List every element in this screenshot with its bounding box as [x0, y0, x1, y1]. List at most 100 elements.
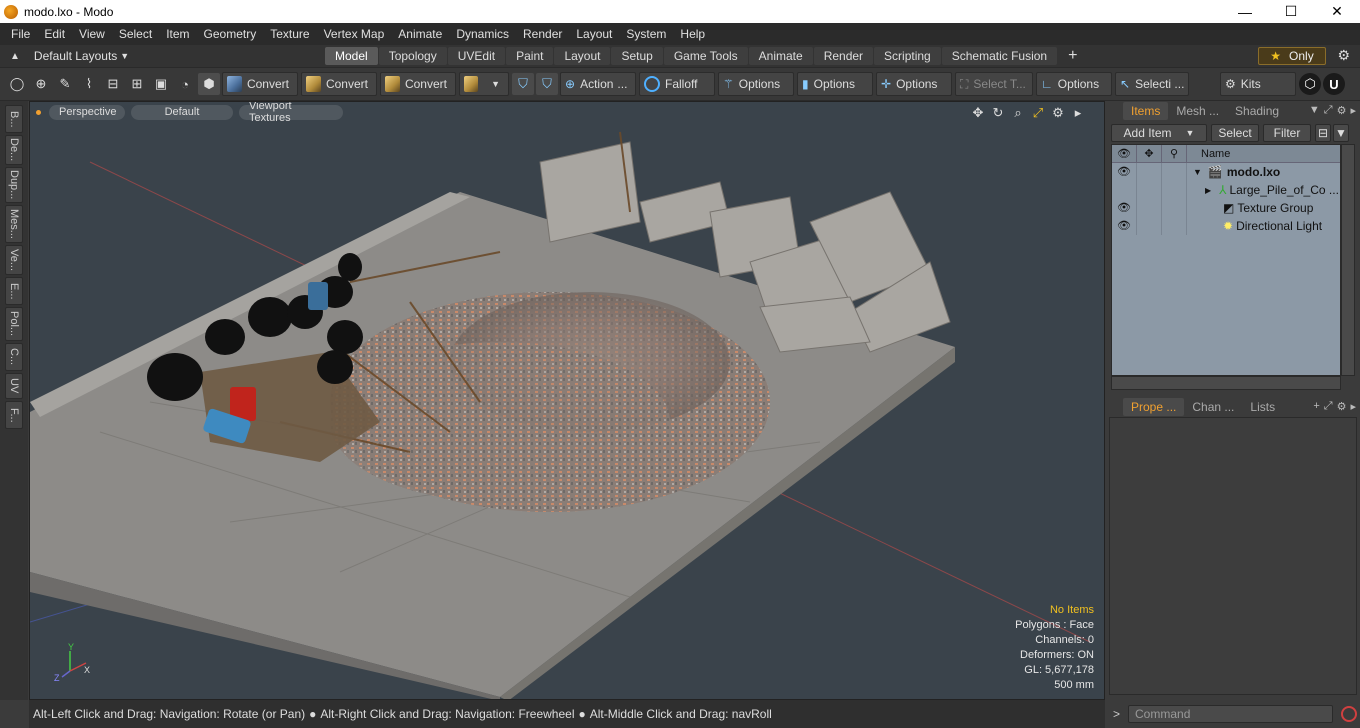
select-button[interactable]: Select	[1211, 124, 1259, 142]
maximize-view-icon[interactable]: ⤢	[1028, 105, 1048, 121]
polygon-mode-icon[interactable]: ⊞	[126, 73, 148, 95]
add-tab-icon[interactable]: +	[1313, 400, 1319, 413]
kits-button[interactable]: ⚙ Kits	[1220, 72, 1296, 96]
lock-column-icon[interactable]: ✥	[1137, 144, 1162, 163]
only-toggle[interactable]: ★ Only	[1258, 47, 1326, 65]
tab-channels[interactable]: Chan ...	[1184, 398, 1242, 416]
selection-button[interactable]: ↖ Selecti ...	[1115, 72, 1189, 96]
tab-lists[interactable]: Lists	[1242, 398, 1283, 416]
eye-icon[interactable]: 👁	[1112, 217, 1137, 235]
menu-animate[interactable]: Animate	[391, 27, 449, 41]
menu-file[interactable]: File	[4, 27, 37, 41]
name-column-header[interactable]: Name	[1187, 148, 1230, 160]
menu-item[interactable]: Item	[159, 27, 196, 41]
options-button-1[interactable]: ⚚ Options	[718, 72, 794, 96]
tab-schematic-fusion[interactable]: Schematic Fusion	[941, 47, 1058, 65]
convert-button-1[interactable]: Convert	[222, 72, 298, 96]
left-tab-vertex[interactable]: Ve...	[5, 245, 23, 275]
vertex-mode-icon[interactable]: ◯	[6, 73, 28, 95]
item-row-directional-light[interactable]: 👁 ✹ Directional Light	[1112, 217, 1340, 235]
expand-arrow-icon[interactable]: ▼	[1193, 167, 1202, 177]
snap-icon[interactable]: ⛉	[536, 73, 558, 95]
pen-icon[interactable]: ✎	[54, 73, 76, 95]
tab-mesh[interactable]: Mesh ...	[1168, 102, 1227, 120]
tab-paint[interactable]: Paint	[506, 47, 554, 65]
tab-scripting[interactable]: Scripting	[874, 47, 941, 65]
unreal-icon[interactable]: U	[1323, 73, 1345, 95]
expand-panel-icon[interactable]: ⤢	[1324, 104, 1333, 117]
options-button-3[interactable]: ✛ Options	[876, 72, 952, 96]
record-icon[interactable]	[1341, 706, 1358, 722]
select-through-button[interactable]: ⛶ Select T...	[955, 72, 1033, 96]
rotate-icon[interactable]: ↻	[988, 105, 1008, 121]
command-input[interactable]: Command	[1128, 705, 1334, 723]
menu-layout[interactable]: Layout	[569, 27, 619, 41]
panel-arrow-icon[interactable]: ▸	[1350, 400, 1356, 413]
items-horizontal-scrollbar[interactable]	[1111, 376, 1341, 390]
eye-icon[interactable]: 👁	[1112, 199, 1137, 217]
tab-shading[interactable]: Shading	[1227, 102, 1287, 120]
menu-render[interactable]: Render	[516, 27, 569, 41]
left-tab-fusion[interactable]: F...	[5, 401, 23, 429]
shading-mode-dropdown[interactable]: Viewport Textures	[239, 102, 343, 124]
item-row-scene[interactable]: 👁 ▼ 🎬 modo.lxo	[1112, 163, 1340, 181]
shield-icon[interactable]: ⬢	[198, 73, 220, 95]
pan-icon[interactable]: ✥	[968, 105, 988, 121]
left-tab-edge[interactable]: E...	[5, 277, 23, 305]
tab-model[interactable]: Model	[325, 47, 378, 65]
options-button-4[interactable]: ∟ Options	[1036, 72, 1112, 96]
menu-vertex-map[interactable]: Vertex Map	[317, 27, 392, 41]
menu-dynamics[interactable]: Dynamics	[449, 27, 516, 41]
menu-select[interactable]: Select	[112, 27, 159, 41]
tab-items[interactable]: Items	[1123, 102, 1169, 120]
left-tab-basic[interactable]: B...	[5, 105, 23, 133]
action-center-button[interactable]: ⊕ Action...	[560, 72, 636, 96]
left-tab-duplicate[interactable]: Dup...	[5, 167, 23, 203]
item-row-mesh[interactable]: ▶ ⅄ Large_Pile_of_Co ...	[1112, 181, 1340, 199]
panel-arrow-icon[interactable]: ▸	[1350, 104, 1356, 117]
view-type-dropdown[interactable]: Perspective	[49, 104, 125, 120]
cube-dropdown-button[interactable]: ▼	[459, 72, 509, 96]
expand-panel-icon[interactable]: ⤢	[1324, 400, 1333, 413]
minimize-button[interactable]: —	[1222, 0, 1268, 23]
panel-gear-icon[interactable]: ⚙	[1337, 104, 1347, 117]
viewport-arrow-icon[interactable]: ▸	[1068, 105, 1088, 121]
funnel-icon[interactable]: ▼	[1333, 124, 1349, 142]
tab-layout[interactable]: Layout	[554, 47, 611, 65]
left-tab-mesh-edit[interactable]: Mes...	[5, 205, 23, 243]
menu-geometry[interactable]: Geometry	[197, 27, 264, 41]
panel-gear-icon[interactable]: ⚙	[1337, 400, 1347, 413]
item-row-texture-group[interactable]: 👁 ◩ Texture Group	[1112, 199, 1340, 217]
menu-edit[interactable]: Edit	[37, 27, 72, 41]
options-button-2[interactable]: ▮ Options	[797, 72, 873, 96]
tab-animate[interactable]: Animate	[748, 47, 813, 65]
unity-icon[interactable]: ⬡	[1299, 73, 1321, 95]
falloff-button[interactable]: Falloff	[639, 72, 715, 96]
left-tab-polygon[interactable]: Pol...	[5, 307, 23, 341]
item-mode-icon[interactable]: ◔	[174, 73, 196, 95]
edge-mode-icon[interactable]: ⊟	[102, 73, 124, 95]
chevron-right-icon[interactable]: >	[1113, 707, 1120, 721]
items-vertical-scrollbar[interactable]	[1341, 144, 1355, 376]
tab-game-tools[interactable]: Game Tools	[663, 47, 748, 65]
add-item-button[interactable]: Add Item ▼	[1111, 124, 1207, 142]
tab-setup[interactable]: Setup	[611, 47, 663, 65]
collapse-up-icon[interactable]: ▲	[10, 51, 20, 62]
menu-view[interactable]: View	[72, 27, 112, 41]
tab-uvedit[interactable]: UVEdit	[447, 47, 506, 65]
layouts-dropdown[interactable]: ▲ Default Layouts ▼	[0, 49, 325, 63]
convert-button-3[interactable]: Convert	[380, 72, 456, 96]
tab-topology[interactable]: Topology	[378, 47, 447, 65]
menu-help[interactable]: Help	[673, 27, 712, 41]
view-style-dropdown[interactable]: Default	[131, 104, 233, 120]
material-mode-icon[interactable]: ▣	[150, 73, 172, 95]
visibility-column-icon[interactable]: 👁	[1112, 144, 1137, 163]
chevron-down-icon[interactable]: ▼	[1309, 104, 1320, 117]
type-column-icon[interactable]: ⚲	[1162, 144, 1187, 163]
collapse-icon[interactable]: ⊟	[1315, 124, 1331, 142]
globe-icon[interactable]: ⊕	[30, 73, 52, 95]
3d-viewport[interactable]: Perspective Default Viewport Textures ✥ …	[29, 101, 1105, 700]
add-tab-icon[interactable]: +	[1068, 47, 1077, 65]
expand-arrow-icon[interactable]: ▶	[1205, 186, 1211, 195]
symmetry-icon[interactable]: ⛉	[512, 73, 534, 95]
